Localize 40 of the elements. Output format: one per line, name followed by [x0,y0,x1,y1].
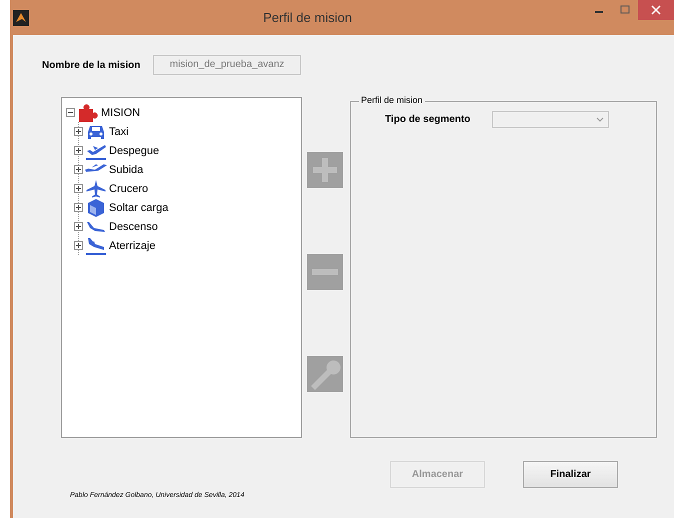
plus-icon [75,166,82,173]
expand-toggle[interactable] [74,241,83,250]
airplane-icon [85,178,107,198]
window-title: Perfil de mision [262,10,353,25]
plus-icon [75,242,82,249]
plus-icon [75,128,82,135]
maximize-icon [620,5,630,15]
tree-item[interactable]: Aterrizaje [109,240,156,252]
tree-item[interactable]: Despegue [109,144,160,156]
expand-toggle[interactable] [74,184,83,193]
puzzle-piece-icon [77,104,99,122]
tree-item[interactable]: Crucero [109,182,148,194]
tree-item[interactable]: Taxi [109,126,129,138]
expand-toggle[interactable] [74,165,83,174]
expand-toggle[interactable] [74,146,83,155]
plus-icon [75,204,82,211]
tree-item[interactable]: Subida [109,164,144,176]
collapse-toggle[interactable] [66,108,75,117]
close-icon [651,5,661,15]
box-icon [85,198,107,218]
tree-item[interactable]: Descenso [109,220,158,232]
minus-icon [67,109,74,116]
panel-title: Perfil de mision [359,95,425,105]
airplane-icon [85,162,107,172]
app-icon [13,10,29,26]
minus-icon [312,269,338,275]
tree-item[interactable]: Soltar carga [109,202,168,214]
plus-icon [75,185,82,192]
tree-item[interactable]: MISION [101,106,140,118]
chevron-down-icon [596,117,604,122]
close-button[interactable] [638,0,674,20]
expand-toggle[interactable] [74,222,83,231]
airplane-landing-icon [85,236,107,256]
plus-icon [75,223,82,230]
expand-toggle[interactable] [74,203,83,212]
segment-type-label: Tipo de segmento [385,114,472,125]
expand-toggle[interactable] [74,127,83,136]
mission-name-label: Nombre de la mision [42,60,142,70]
plus-icon [75,147,82,154]
finish-button[interactable]: Finalizar [523,461,618,488]
